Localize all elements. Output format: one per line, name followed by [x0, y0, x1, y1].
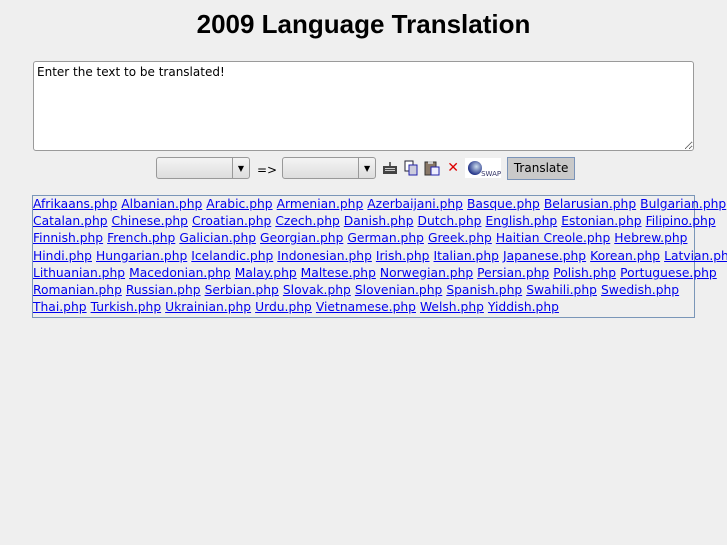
language-link[interactable]: Yiddish.php — [488, 300, 559, 314]
link-row: Thai.php Turkish.php Ukrainian.php Urdu.php… — [33, 299, 694, 316]
language-link[interactable]: Swahili.php — [526, 283, 597, 297]
language-link[interactable]: Georgian.php — [260, 231, 343, 245]
language-link[interactable]: Malay.php — [235, 266, 297, 280]
link-row: Lithuanian.php Macedonian.php Malay.php Mal… — [33, 265, 717, 282]
swap-label: SWAP — [481, 170, 502, 178]
language-link[interactable]: Vietnamese.php — [316, 300, 416, 314]
language-link[interactable]: Maltese.php — [301, 266, 376, 280]
language-link[interactable]: Korean.php — [590, 249, 660, 263]
language-link[interactable]: Arabic.php — [206, 197, 272, 211]
link-row: Romanian.php Russian.php Serbian.php Slovak… — [33, 282, 694, 299]
link-row: Finnish.php French.php Galician.php Georgia… — [33, 230, 694, 247]
language-link[interactable]: Albanian.php — [121, 197, 202, 211]
language-link[interactable]: Hebrew.php — [614, 231, 687, 245]
language-link[interactable]: Catalan.php — [33, 214, 108, 228]
language-link[interactable]: Polish.php — [553, 266, 616, 280]
language-link[interactable]: Welsh.php — [420, 300, 484, 314]
language-link[interactable]: Romanian.php — [33, 283, 122, 297]
clear-icon[interactable]: ✕ — [444, 159, 462, 177]
language-link[interactable]: Persian.php — [477, 266, 549, 280]
language-link[interactable]: Filipino.php — [646, 214, 716, 228]
swap-icon[interactable]: SWAP — [465, 158, 502, 178]
direction-arrow: => — [257, 163, 278, 177]
language-link[interactable]: Urdu.php — [255, 300, 312, 314]
language-link[interactable]: Hindi.php — [33, 249, 92, 263]
language-link[interactable]: Portuguese.php — [620, 266, 717, 280]
language-link[interactable]: Spanish.php — [446, 283, 522, 297]
translate-button[interactable]: Translate — [507, 156, 576, 180]
language-link[interactable]: Hungarian.php — [96, 249, 187, 263]
language-link[interactable]: Lithuanian.php — [33, 266, 125, 280]
language-link[interactable]: Greek.php — [428, 231, 492, 245]
language-link[interactable]: Afrikaans.php — [33, 197, 117, 211]
language-link[interactable]: Czech.php — [275, 214, 339, 228]
language-link[interactable]: Irish.php — [376, 249, 430, 263]
paste-icon[interactable] — [423, 159, 441, 177]
translation-toolbar: ▼ => ▼ ✕ SWAP Translate — [156, 156, 576, 180]
language-link[interactable]: Chinese.php — [112, 214, 188, 228]
language-link[interactable]: Turkish.php — [91, 300, 162, 314]
language-link[interactable]: Belarusian.php — [544, 197, 636, 211]
language-link[interactable]: Russian.php — [126, 283, 201, 297]
language-link[interactable]: Armenian.php — [277, 197, 364, 211]
language-link[interactable]: Dutch.php — [418, 214, 482, 228]
language-link[interactable]: Serbian.php — [205, 283, 279, 297]
link-row: Afrikaans.php Albanian.php Arabic.php Armen… — [33, 196, 726, 213]
language-link[interactable]: Slovenian.php — [355, 283, 442, 297]
copy-icon[interactable] — [402, 159, 420, 177]
source-language-select[interactable]: ▼ — [156, 157, 250, 179]
language-link[interactable]: Italian.php — [434, 249, 499, 263]
language-links: Afrikaans.php Albanian.php Arabic.php Armen… — [32, 195, 727, 318]
language-link[interactable]: Croatian.php — [192, 214, 271, 228]
language-link[interactable]: Azerbaijani.php — [367, 197, 463, 211]
language-link[interactable]: Galician.php — [179, 231, 256, 245]
language-link[interactable]: Slovak.php — [283, 283, 351, 297]
language-link[interactable]: Ukrainian.php — [165, 300, 251, 314]
chevron-down-icon[interactable]: ▼ — [232, 158, 249, 178]
source-text-input[interactable]: Enter the text to be translated! — [33, 61, 694, 151]
language-link[interactable]: Basque.php — [467, 197, 540, 211]
language-link[interactable]: Swedish.php — [601, 283, 679, 297]
language-link[interactable]: French.php — [107, 231, 175, 245]
language-link[interactable]: Japanese.php — [503, 249, 586, 263]
language-link[interactable]: Finnish.php — [33, 231, 103, 245]
language-link[interactable]: German.php — [347, 231, 424, 245]
language-link[interactable]: Norwegian.php — [380, 266, 473, 280]
language-link[interactable]: Bulgarian.php — [640, 197, 726, 211]
chevron-down-icon[interactable]: ▼ — [358, 158, 375, 178]
keyboard-icon[interactable] — [381, 159, 399, 177]
language-link[interactable]: Estonian.php — [561, 214, 641, 228]
language-link[interactable]: English.php — [485, 214, 557, 228]
language-link[interactable]: Danish.php — [344, 214, 414, 228]
language-link[interactable]: Macedonian.php — [129, 266, 231, 280]
language-link[interactable]: Thai.php — [33, 300, 87, 314]
language-link[interactable]: Latvian.php — [664, 249, 727, 263]
link-row: Catalan.php Chinese.php Croatian.php Czech.… — [33, 213, 716, 230]
link-row: Hindi.php Hungarian.php Icelandic.php Indon… — [33, 248, 727, 265]
language-link[interactable]: Icelandic.php — [191, 249, 273, 263]
page-title: 2009 Language Translation — [196, 9, 531, 39]
language-link[interactable]: Indonesian.php — [277, 249, 372, 263]
language-link[interactable]: Haitian Creole.php — [496, 231, 610, 245]
target-language-select[interactable]: ▼ — [282, 157, 377, 179]
